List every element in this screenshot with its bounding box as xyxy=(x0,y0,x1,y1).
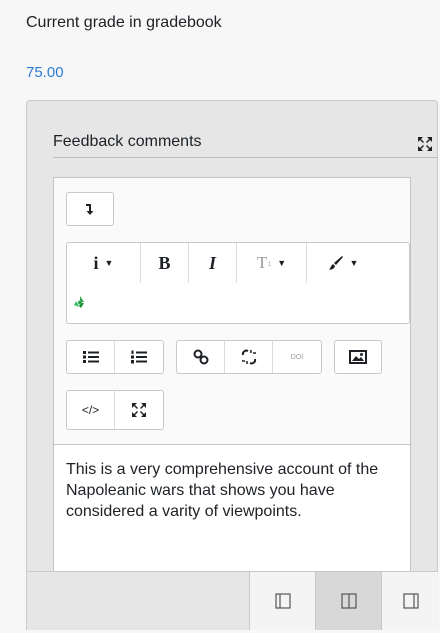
toolbar-group-media xyxy=(334,340,382,374)
arrow-down-icon xyxy=(86,204,94,215)
toolbar-toggle-button[interactable] xyxy=(67,193,113,225)
ordered-list-button[interactable] xyxy=(115,341,163,373)
fullscreen-icon xyxy=(132,403,146,417)
toolbar-group-links: DOI xyxy=(176,340,322,374)
insert-image-button[interactable] xyxy=(335,341,381,373)
layout-right-button[interactable] xyxy=(381,572,439,630)
layout-center-button[interactable] xyxy=(315,572,381,630)
italic-label: I xyxy=(208,252,216,273)
feedback-title: Feedback comments xyxy=(53,133,202,150)
fullscreen-icon[interactable] xyxy=(417,136,433,152)
plugin-button[interactable] xyxy=(67,289,93,315)
bold-button[interactable]: B xyxy=(141,243,189,283)
feedback-textarea[interactable]: This is a very comprehensive account of … xyxy=(54,444,410,576)
panel-right-icon xyxy=(402,593,419,609)
info-menu-button[interactable]: i ▼ xyxy=(67,243,141,283)
layout-switcher xyxy=(27,571,439,630)
image-icon xyxy=(349,350,367,364)
brush-icon xyxy=(328,256,343,270)
rich-text-editor: i ▼ B I T ↕ ▼ ▼ DOI </> This is a very c… xyxy=(53,177,411,577)
html-label: </> xyxy=(81,403,100,417)
font-size-label: T xyxy=(256,253,268,272)
numbered-list-icon xyxy=(131,350,147,364)
unordered-list-button[interactable] xyxy=(67,341,115,373)
bullet-list-icon xyxy=(82,351,99,363)
info-label: i xyxy=(93,252,99,273)
italic-button[interactable]: I xyxy=(189,243,237,283)
unlink-icon xyxy=(241,349,256,365)
unlink-button[interactable] xyxy=(225,341,273,373)
grade-value[interactable]: 75.00 xyxy=(26,64,64,81)
toolbar-group-toggle xyxy=(66,192,114,226)
toolbar-group-view: </> xyxy=(66,390,164,430)
panel-left-icon xyxy=(274,593,291,609)
layout-left-button[interactable] xyxy=(249,572,315,630)
chevron-down-icon: ▼ xyxy=(104,258,114,268)
panel-split-icon xyxy=(340,593,357,609)
link-button[interactable] xyxy=(177,341,225,373)
bold-label: B xyxy=(158,252,171,273)
recycle-plugin-icon xyxy=(74,296,84,308)
chevron-down-icon: ▼ xyxy=(349,258,359,268)
feedback-panel: Feedback comments i ▼ B I T ↕ ▼ ▼ DOI </… xyxy=(26,100,439,630)
link-icon xyxy=(193,349,208,365)
doi-label: DOI xyxy=(290,353,304,361)
chevron-down-icon: ▼ xyxy=(277,258,287,268)
toolbar-group-style: i ▼ B I T ↕ ▼ ▼ xyxy=(66,242,410,324)
grade-label: Current grade in gradebook xyxy=(26,14,222,31)
doi-button[interactable]: DOI xyxy=(273,341,321,373)
font-size-arrows-icon: ↕ xyxy=(267,258,272,268)
text-color-button[interactable]: ▼ xyxy=(307,243,379,283)
feedback-header: Feedback comments xyxy=(53,133,437,158)
toolbar-group-lists xyxy=(66,340,164,374)
html-source-button[interactable]: </> xyxy=(67,391,115,429)
font-size-button[interactable]: T ↕ ▼ xyxy=(237,243,307,283)
fullscreen-button[interactable] xyxy=(115,391,163,429)
